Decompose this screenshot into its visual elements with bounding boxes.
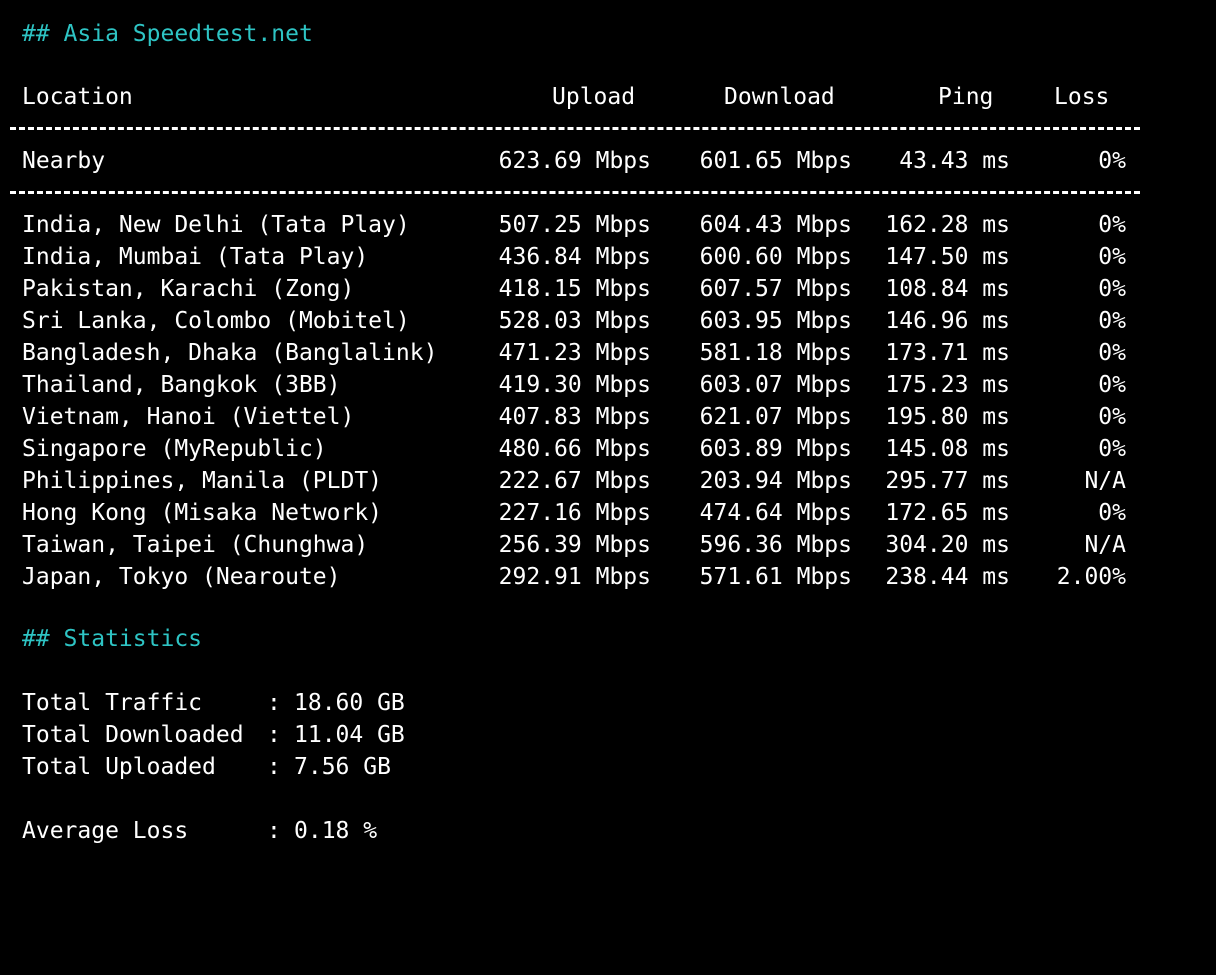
- statistics-heading: ## Statistics: [22, 626, 203, 652]
- stat-row: Total Uploaded:7.56 GB: [22, 751, 622, 783]
- average-loss-colon: :: [267, 818, 281, 844]
- stat-row: Total Traffic:18.60 GB: [22, 687, 622, 719]
- stat-value: 18.60 GB: [294, 690, 405, 716]
- stat-label: Total Downloaded: [22, 722, 244, 748]
- average-loss-label: Average Loss: [22, 818, 189, 844]
- terminal-window[interactable]: ## Asia Speedtest.net Location Upload Do…: [0, 0, 1216, 864]
- row-loss: 0%: [1098, 372, 1126, 398]
- table-row: Bangladesh, Dhaka (Banglalink) 471.23 Mbp…: [22, 337, 1172, 369]
- table-row: Singapore (MyRepublic) 480.66 Mbps 603.89 …: [22, 433, 1172, 465]
- table-row: Taiwan, Taipei (Chunghwa) 256.39 Mbps 596.…: [22, 529, 1172, 561]
- table-row: Sri Lanka, Colombo (Mobitel) 528.03 Mbps 6…: [22, 305, 1172, 337]
- row-loss: N/A: [1084, 532, 1126, 558]
- header-loss: Loss: [1054, 84, 1110, 110]
- row-loss: 0%: [1098, 212, 1126, 238]
- row-loss: 0%: [1098, 436, 1126, 462]
- row-loss: 0%: [1098, 276, 1126, 302]
- header-upload: Upload: [552, 84, 636, 110]
- divider-bottom: [10, 191, 1140, 194]
- table-header: Location Upload Download Ping Loss: [22, 81, 1172, 113]
- stat-value: 11.04 GB: [294, 722, 405, 748]
- asia-heading: ## Asia Speedtest.net: [22, 21, 313, 47]
- stat-row: Total Downloaded:11.04 GB: [22, 719, 622, 751]
- table-row: Philippines, Manila (PLDT) 222.67 Mbps 203…: [22, 465, 1172, 497]
- header-location: Location: [22, 84, 133, 110]
- row-loss: 0%: [1098, 244, 1126, 270]
- table-row: Japan, Tokyo (Nearoute) 292.91 Mbps 571.61…: [22, 561, 1172, 593]
- stat-label: Total Traffic: [22, 690, 203, 716]
- row-loss: 2.00%: [1056, 564, 1126, 590]
- average-loss-row: Average Loss : 0.18 %: [22, 815, 622, 847]
- nearby-loss: 0%: [1098, 148, 1126, 174]
- stat-colon: :: [267, 690, 281, 716]
- table-row: Pakistan, Karachi (Zong) 418.15 Mbps 607.5…: [22, 273, 1172, 305]
- row-loss: 0%: [1098, 404, 1126, 430]
- row-loss: 0%: [1098, 340, 1126, 366]
- row-loss: 0%: [1098, 500, 1126, 526]
- table-row: Vietnam, Hanoi (Viettel) 407.83 Mbps 621.0…: [22, 401, 1172, 433]
- table-row: Hong Kong (Misaka Network) 227.16 Mbps 474…: [22, 497, 1172, 529]
- divider-top: [10, 127, 1140, 130]
- table-row: Thailand, Bangkok (3BB) 419.30 Mbps 603.07…: [22, 369, 1172, 401]
- stat-colon: :: [267, 754, 281, 780]
- stat-colon: :: [267, 722, 281, 748]
- stat-label: Total Uploaded: [22, 754, 216, 780]
- row-loss: 0%: [1098, 308, 1126, 334]
- table-row: India, New Delhi (Tata Play) 507.25 Mbps 6…: [22, 209, 1172, 241]
- row-loss: N/A: [1084, 468, 1126, 494]
- header-download: Download: [724, 84, 835, 110]
- header-ping: Ping: [938, 84, 994, 110]
- table-row: India, Mumbai (Tata Play) 436.84 Mbps 600.…: [22, 241, 1172, 273]
- stat-value: 7.56 GB: [294, 754, 391, 780]
- average-loss-value: 0.18 %: [294, 818, 378, 844]
- nearby-row: Nearby 623.69 Mbps 601.65 Mbps 43.43 ms …: [22, 145, 1172, 177]
